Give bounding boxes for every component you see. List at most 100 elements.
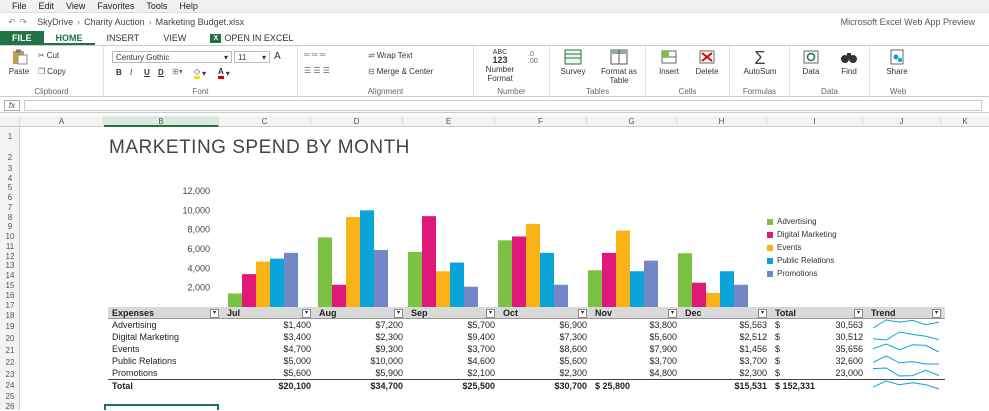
table-header-cell[interactable]: Nov ▾ — [591, 307, 681, 320]
merge-center-button[interactable]: ⊟ Merge & Center — [368, 67, 433, 76]
survey-button[interactable]: Survey — [554, 49, 592, 76]
table-cell[interactable]: $7,300 — [499, 331, 591, 343]
column-header-d[interactable]: D — [311, 116, 403, 127]
bar-events-jul[interactable] — [256, 261, 270, 307]
row-header[interactable]: 9 — [0, 222, 20, 231]
borders-icon[interactable]: ⊞▾ — [172, 67, 183, 76]
table-cell[interactable]: $5,600 — [591, 331, 681, 343]
row-header[interactable]: 18 — [0, 311, 20, 320]
bar-digital-marketing-dec[interactable] — [692, 282, 706, 307]
grand-total-cell[interactable]: $ 152,331 — [771, 379, 867, 393]
total-cell[interactable]: $25,500 — [407, 379, 499, 393]
bar-digital-marketing-nov[interactable] — [602, 252, 616, 307]
bar-events-aug[interactable] — [346, 217, 360, 307]
table-cell[interactable]: $3,700 — [407, 343, 499, 355]
table-cell[interactable]: $ — [771, 319, 797, 332]
table-cell[interactable]: $2,100 — [407, 367, 499, 380]
filter-dropdown-icon[interactable]: ▾ — [854, 308, 863, 318]
bar-events-sep[interactable] — [436, 271, 450, 307]
table-cell[interactable]: $5,600 — [223, 367, 315, 380]
filter-dropdown-icon[interactable]: ▾ — [758, 308, 767, 318]
breadcrumb-folder[interactable]: Charity Auction — [84, 17, 145, 27]
table-cell[interactable]: $5,563 — [681, 319, 771, 332]
column-header-k[interactable]: K — [941, 116, 989, 127]
bar-public-relations-jul[interactable] — [270, 258, 284, 307]
delete-button[interactable]: Delete — [688, 49, 726, 76]
filter-dropdown-icon[interactable]: ▾ — [210, 308, 219, 318]
bar-events-dec[interactable] — [706, 292, 720, 307]
table-cell[interactable]: 32,600 — [797, 355, 867, 367]
expense-name-cell[interactable]: Advertising — [108, 319, 223, 332]
share-button[interactable]: Share — [878, 49, 916, 76]
filter-dropdown-icon[interactable]: ▾ — [668, 308, 677, 318]
column-header-a[interactable]: A — [20, 116, 104, 127]
table-cell[interactable]: 23,000 — [797, 367, 867, 380]
table-header-cell[interactable]: Sep ▾ — [407, 307, 499, 320]
table-cell[interactable]: $ — [771, 343, 797, 355]
tab-insert[interactable]: INSERT — [95, 31, 152, 45]
bar-promotions-aug[interactable] — [374, 249, 388, 307]
breadcrumb-root[interactable]: SkyDrive — [37, 17, 73, 27]
bar-digital-marketing-sep[interactable] — [422, 216, 436, 307]
fill-color-icon[interactable]: ◇ ▾ — [194, 67, 206, 79]
tab-view[interactable]: VIEW — [151, 31, 198, 45]
menu-edit[interactable]: Edit — [39, 1, 55, 11]
bar-promotions-jul[interactable] — [284, 252, 298, 307]
table-header-cell[interactable]: Aug ▾ — [315, 307, 407, 320]
table-cell[interactable]: 30,563 — [797, 319, 867, 332]
filter-dropdown-icon[interactable]: ▾ — [394, 308, 403, 318]
table-cell[interactable]: $2,300 — [681, 367, 771, 380]
bar-advertising-oct[interactable] — [498, 240, 512, 307]
formula-input[interactable] — [24, 100, 982, 111]
row-header[interactable]: 2 — [0, 153, 20, 162]
bar-digital-marketing-oct[interactable] — [512, 236, 526, 307]
table-header-cell[interactable]: Jul ▾ — [223, 307, 315, 320]
row-header[interactable]: 8 — [0, 213, 20, 222]
row-header[interactable]: 23 — [0, 370, 20, 379]
row-header[interactable]: 21 — [0, 346, 20, 355]
align-left-icon[interactable]: ☰ ☰ ☰ — [304, 66, 330, 75]
table-cell[interactable]: $3,400 — [223, 331, 315, 343]
increase-decimal-icon[interactable]: .0.00 — [528, 51, 538, 65]
table-cell[interactable]: $9,300 — [315, 343, 407, 355]
bar-promotions-dec[interactable] — [734, 284, 748, 307]
bar-advertising-nov[interactable] — [588, 270, 602, 307]
row-header[interactable]: 24 — [0, 381, 20, 390]
row-header[interactable]: 3 — [0, 164, 20, 173]
row-header[interactable]: 19 — [0, 322, 20, 331]
bar-digital-marketing-aug[interactable] — [332, 284, 346, 307]
font-name-select[interactable]: Century Gothic ▾ — [112, 51, 232, 63]
total-cell[interactable]: $20,100 — [223, 379, 315, 393]
table-cell[interactable]: $9,400 — [407, 331, 499, 343]
row-header[interactable]: 22 — [0, 358, 20, 367]
font-color-icon[interactable]: A ▾ — [218, 67, 230, 79]
trend-cell[interactable] — [867, 319, 945, 332]
table-cell[interactable]: $7,200 — [315, 319, 407, 332]
trend-cell[interactable] — [867, 367, 945, 380]
marketing-chart[interactable]: 2,000 4,000 6,000 8,000 10,000 12,000 — [160, 180, 766, 308]
double-underline-button[interactable]: D — [158, 68, 164, 77]
table-cell[interactable]: 35,656 — [797, 343, 867, 355]
table-cell[interactable]: $7,900 — [591, 343, 681, 355]
grow-font-icon[interactable]: A — [274, 51, 281, 62]
total-cell[interactable]: $30,700 — [499, 379, 591, 393]
bar-advertising-sep[interactable] — [408, 251, 422, 307]
table-cell[interactable]: $8,600 — [499, 343, 591, 355]
menu-file[interactable]: File — [12, 1, 27, 11]
table-cell[interactable]: $4,700 — [223, 343, 315, 355]
table-cell[interactable]: $3,800 — [591, 319, 681, 332]
undo-redo-icons[interactable]: ↶↷ — [8, 17, 31, 28]
table-cell[interactable]: $ — [771, 367, 797, 380]
column-header-g[interactable]: G — [587, 116, 677, 127]
menu-favorites[interactable]: Favorites — [97, 1, 134, 11]
filter-dropdown-icon[interactable]: ▾ — [932, 308, 941, 318]
trend-cell[interactable] — [867, 343, 945, 355]
table-cell[interactable]: $ — [771, 355, 797, 367]
table-header-cell[interactable]: Oct ▾ — [499, 307, 591, 320]
table-cell[interactable]: $3,700 — [591, 355, 681, 367]
bar-events-nov[interactable] — [616, 230, 630, 307]
align-top-icon[interactable]: ═ ═ ═ — [304, 50, 325, 59]
total-cell[interactable]: $15,531 — [681, 379, 771, 393]
trend-cell[interactable] — [867, 355, 945, 367]
table-header-cell[interactable]: Expenses ▾ — [108, 307, 223, 320]
